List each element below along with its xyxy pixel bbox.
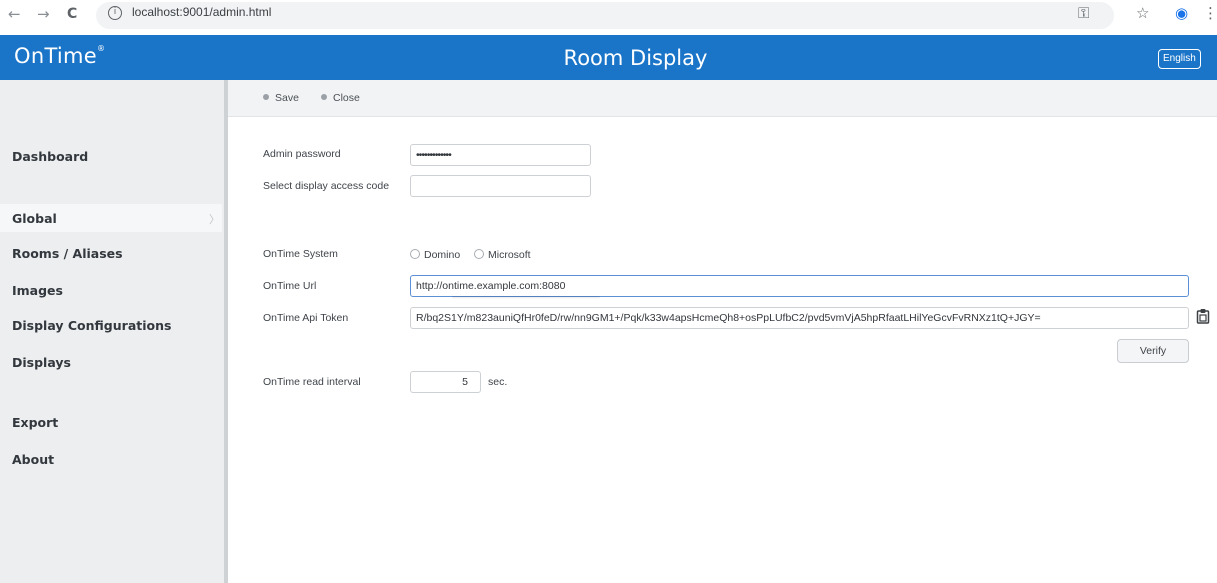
language-button[interactable]: English <box>1158 49 1201 69</box>
chevron-right-icon: 〉 <box>209 213 220 226</box>
bookmark-star-icon[interactable]: ☆ <box>1136 4 1149 22</box>
close-button[interactable]: Close <box>321 92 360 104</box>
radio-domino-circle <box>410 249 420 259</box>
key-icon[interactable]: ⚿ <box>1078 4 1089 22</box>
ontime-system-label: OnTime System <box>263 248 338 260</box>
back-arrow-icon[interactable]: ← <box>8 5 21 23</box>
page-title: Room Display <box>563 46 708 70</box>
sidebar-item-images[interactable]: Images <box>12 283 63 298</box>
read-interval-label: OnTime read interval <box>263 376 361 388</box>
access-code-label: Select display access code <box>263 180 390 192</box>
forward-arrow-icon[interactable]: → <box>37 5 50 23</box>
sidebar-item-dashboard[interactable]: Dashboard <box>12 149 88 164</box>
radio-domino[interactable]: Domino <box>410 248 460 261</box>
read-interval-field[interactable]: 5 <box>410 371 481 393</box>
access-code-field[interactable] <box>410 175 591 197</box>
sidebar-item-global[interactable]: Global <box>12 211 57 226</box>
save-button[interactable]: Save <box>263 92 299 104</box>
url-field-shadow <box>452 296 600 299</box>
browser-toolbar: ← → C i localhost:9001/admin.html ⚿ ☆ ◉ … <box>0 0 1217 35</box>
clipboard-icon[interactable] <box>1196 308 1210 324</box>
sidebar-item-export[interactable]: Export <box>12 415 58 430</box>
read-interval-unit: sec. <box>488 376 508 388</box>
close-dot-icon <box>321 94 327 100</box>
reload-icon[interactable]: C <box>67 5 77 23</box>
browser-menu-icon[interactable]: ⋮ <box>1203 4 1217 22</box>
address-bar-url[interactable]: localhost:9001/admin.html <box>132 5 271 19</box>
app-header: OnTime® Room Display English <box>0 35 1217 80</box>
sidebar: 〉 Dashboard Global Rooms / Aliases Image… <box>0 80 228 583</box>
site-info-icon[interactable]: i <box>108 6 122 20</box>
api-token-label: OnTime Api Token <box>263 312 349 324</box>
radio-microsoft[interactable]: Microsoft <box>474 248 531 261</box>
save-dot-icon <box>263 94 269 100</box>
profile-icon[interactable]: ◉ <box>1175 4 1188 22</box>
sidebar-item-about[interactable]: About <box>12 452 54 467</box>
admin-password-label: Admin password <box>263 148 341 160</box>
close-label: Close <box>333 92 360 104</box>
radio-domino-label: Domino <box>424 249 461 261</box>
sidebar-item-rooms-aliases[interactable]: Rooms / Aliases <box>12 246 123 261</box>
ontime-url-field[interactable]: http://ontime.example.com:8080 <box>410 275 1189 297</box>
save-label: Save <box>275 92 299 104</box>
ontime-url-label: OnTime Url <box>263 280 317 292</box>
verify-button[interactable]: Verify <box>1117 339 1189 363</box>
sidebar-item-display-configurations[interactable]: Display Configurations <box>12 318 171 333</box>
admin-password-field[interactable]: ••••••••••••• <box>410 144 591 166</box>
api-token-field[interactable]: R/bq2S1Y/m823auniQfHr0feD/rw/nn9GM1+/Pqk… <box>410 307 1189 329</box>
sidebar-item-displays[interactable]: Displays <box>12 355 71 370</box>
radio-microsoft-label: Microsoft <box>488 249 531 261</box>
radio-microsoft-circle <box>474 249 484 259</box>
action-toolbar: Save Close <box>228 80 1217 117</box>
